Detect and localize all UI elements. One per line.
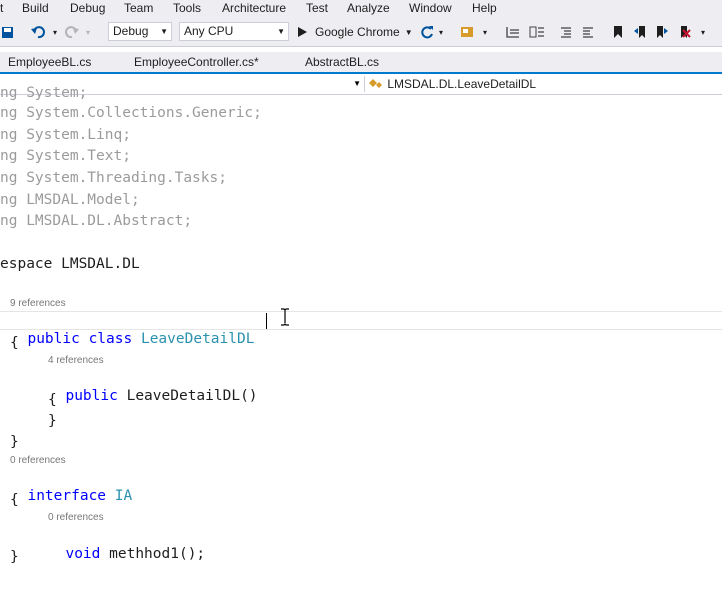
class-name: LeaveDetailDL [140, 331, 255, 347]
toolbar-options-icon[interactable]: ▾ [698, 21, 708, 43]
menu-item-team[interactable]: Team [124, 0, 153, 16]
uncomment-lines-icon[interactable] [579, 21, 597, 43]
run-target-label: Google Chrome [315, 25, 400, 39]
code-line-class-close-brace: } [10, 434, 19, 450]
comment-lines-icon[interactable] [557, 21, 575, 43]
solution-configuration-select[interactable]: Debug ▼ [108, 22, 172, 41]
menu-item-analyze[interactable]: Analyze [347, 0, 390, 16]
code-line-using-linq: ng System.Linq; [0, 127, 131, 143]
redo-dropdown-icon[interactable]: ▾ [83, 21, 93, 43]
codelens-references-interface[interactable]: 0 references [10, 455, 66, 466]
menu-bar: t Build Debug Team Tools Architecture Te… [0, 0, 722, 17]
class-icon [369, 79, 382, 88]
menu-item-tools[interactable]: Tools [173, 0, 201, 16]
ibeam-cursor-icon [280, 308, 290, 326]
undo-dropdown-icon[interactable]: ▾ [50, 21, 60, 43]
members-dropdown[interactable]: LMSDAL.DL.LeaveDetailDL [368, 76, 722, 92]
chevron-down-icon: ▼ [277, 27, 285, 36]
redo-icon[interactable] [62, 21, 82, 43]
menu-item-edit[interactable]: t [0, 0, 3, 16]
code-line-method: void methhod1(); [48, 527, 205, 563]
interface-name: IA [114, 488, 133, 504]
tab-abstractbl[interactable]: AbstractBL.cs [297, 52, 387, 72]
code-line-ctor-open-brace: { [48, 392, 57, 408]
code-line-using-system: ng System; [0, 85, 88, 101]
class-keyword: public class [27, 331, 133, 347]
refresh-dropdown-icon[interactable]: ▾ [436, 21, 446, 43]
undo-icon[interactable] [28, 21, 48, 43]
next-bookmark-icon[interactable] [653, 21, 671, 43]
chevron-down-icon: ▼ [160, 27, 168, 36]
tab-label: AbstractBL.cs [305, 55, 380, 69]
previous-bookmark-icon[interactable] [631, 21, 649, 43]
toggle-comment-icon[interactable] [503, 21, 523, 43]
navigation-bar: ▼ LMSDAL.DL.LeaveDetailDL [0, 74, 722, 95]
solution-platform-select[interactable]: Any CPU ▼ [179, 22, 289, 41]
code-line-namespace: espace LMSDAL.DL [0, 256, 140, 272]
codelens-references-class[interactable]: 9 references [10, 298, 66, 309]
method-return-keyword: void [65, 546, 101, 562]
code-line-using-collections: ng System.Collections.Generic; [0, 105, 262, 121]
member-path: LMSDAL.DL.LeaveDetailDL [387, 77, 537, 91]
code-line-interface-close-brace: } [10, 549, 19, 565]
menu-item-test[interactable]: Test [306, 0, 328, 16]
code-line-ctor-close-brace: } [48, 413, 57, 429]
ctor-keyword: public [65, 388, 118, 404]
toolbar-overflow-icon[interactable]: ▾ [480, 21, 490, 43]
standard-toolbar: ▾ ▾ Debug ▼ Any CPU ▼ Google Chrome ▼ ▾ … [0, 17, 722, 47]
find-icon[interactable] [459, 21, 477, 43]
ctor-name: LeaveDetailDL() [126, 388, 258, 404]
menu-item-help[interactable]: Help [472, 0, 497, 16]
codelens-references-method[interactable]: 0 references [48, 512, 104, 523]
document-tab-well: EmployeeBL.cs EmployeeController.cs* Abs… [0, 52, 722, 74]
bookmark-icon[interactable] [609, 21, 627, 43]
tab-label: EmployeeController.cs* [134, 55, 259, 69]
code-line-interface: interface IA [10, 469, 132, 505]
start-debugging-button[interactable]: Google Chrome ▼ [296, 21, 416, 43]
interface-keyword: interface [27, 488, 107, 504]
code-line-class-open-brace: { [10, 335, 19, 351]
chevron-down-icon: ▼ [353, 79, 361, 88]
tab-employeecontroller[interactable]: EmployeeController.cs* [126, 52, 267, 72]
tab-label: EmployeeBL.cs [8, 55, 92, 69]
code-line-using-tasks: ng System.Threading.Tasks; [0, 170, 227, 186]
code-line-class-declaration: public class LeaveDetailDL [10, 312, 254, 348]
tab-employeebl[interactable]: EmployeeBL.cs [0, 52, 99, 72]
codelens-references-ctor[interactable]: 4 references [48, 355, 104, 366]
method-signature: methhod1(); [109, 546, 206, 562]
code-line-interface-open-brace: { [10, 492, 19, 508]
menu-item-window[interactable]: Window [409, 0, 452, 16]
menu-item-architecture[interactable]: Architecture [222, 0, 286, 16]
code-line-using-model: ng LMSDAL.Model; [0, 192, 140, 208]
menu-item-debug[interactable]: Debug [70, 0, 105, 16]
browser-refresh-icon[interactable] [418, 21, 436, 43]
save-all-icon[interactable] [0, 21, 16, 43]
chevron-down-icon: ▼ [404, 27, 413, 37]
code-line-using-text: ng System.Text; [0, 148, 131, 164]
code-line-constructor: public LeaveDetailDL() [48, 369, 258, 405]
menu-item-build[interactable]: Build [22, 0, 49, 16]
solution-platform-value: Any CPU [184, 24, 234, 38]
play-icon [298, 27, 307, 37]
indent-icon[interactable] [527, 21, 547, 43]
solution-configuration-value: Debug [113, 24, 149, 38]
code-line-using-abstract: ng LMSDAL.DL.Abstract; [0, 213, 193, 229]
text-caret [266, 313, 267, 329]
clear-bookmarks-icon[interactable] [675, 21, 693, 43]
